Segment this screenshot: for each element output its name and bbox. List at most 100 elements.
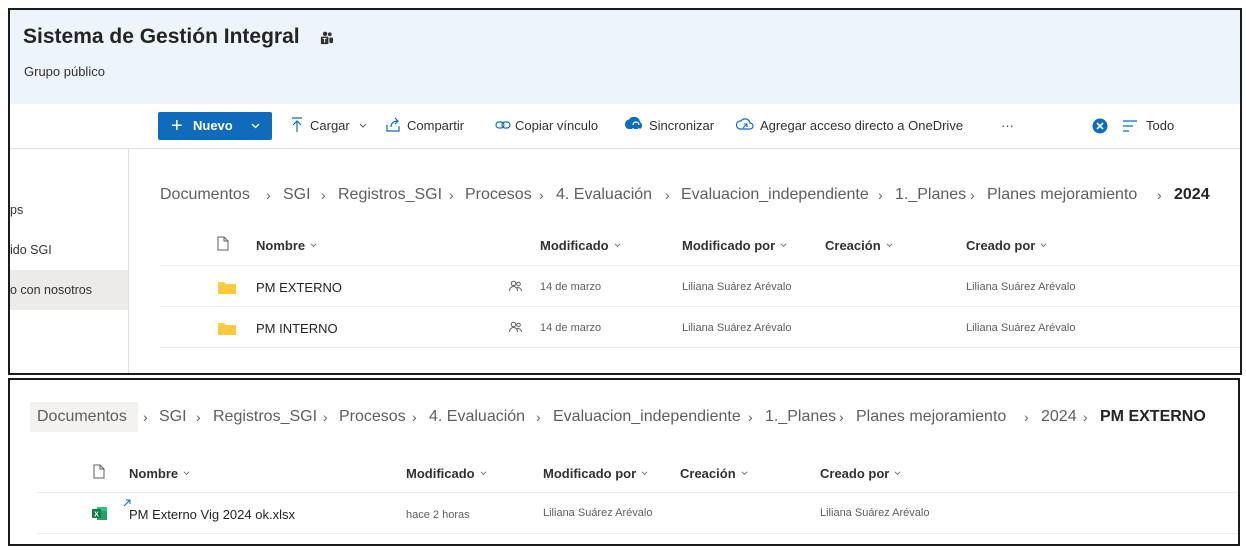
- chevron-down-icon: [310, 243, 317, 247]
- share-button[interactable]: Compartir: [385, 104, 485, 148]
- breadcrumb-item[interactable]: 2024: [1041, 408, 1077, 426]
- breadcrumb-separator-icon: ›: [143, 409, 148, 425]
- chevron-down-icon: [894, 471, 901, 475]
- column-header-name[interactable]: Nombre: [129, 466, 190, 481]
- sync-button[interactable]: Sincronizar: [624, 104, 724, 148]
- created-by[interactable]: Liliana Suárez Arévalo: [966, 322, 1075, 334]
- breadcrumb-item[interactable]: Planes mejoramiento: [987, 186, 1137, 204]
- column-header-name[interactable]: Nombre: [256, 238, 317, 253]
- nav-item-documentos[interactable]: ps: [10, 190, 128, 230]
- breadcrumb-separator-icon: ›: [323, 409, 328, 425]
- column-header-modified[interactable]: Modificado: [406, 466, 487, 481]
- link-icon: [495, 121, 511, 129]
- breadcrumb-separator-icon: ›: [1157, 187, 1162, 203]
- breadcrumb-separator-icon: ›: [536, 409, 541, 425]
- column-label: Modificado por: [543, 466, 637, 481]
- share-icon: [386, 117, 400, 132]
- breadcrumb-item[interactable]: Documentos: [160, 186, 250, 204]
- file-type-icon: [93, 464, 105, 479]
- breadcrumb-item[interactable]: 1._Planes: [895, 186, 966, 204]
- breadcrumb-item[interactable]: SGI: [283, 186, 311, 204]
- breadcrumb-item[interactable]: Documentos: [37, 408, 127, 426]
- breadcrumb-separator-icon: ›: [196, 409, 201, 425]
- breadcrumb-item[interactable]: Evaluacion_independiente: [681, 186, 869, 204]
- column-header-created[interactable]: Creación: [680, 466, 748, 481]
- add-shortcut-label: Agregar acceso directo a OneDrive: [760, 118, 964, 133]
- column-header-modified[interactable]: Modificado: [540, 238, 621, 253]
- site-title[interactable]: Sistema de Gestión Integral: [23, 25, 300, 49]
- nav-item-contenido-sgi[interactable]: ido SGI: [10, 230, 128, 270]
- view-selector-label[interactable]: Todo: [1146, 104, 1174, 148]
- breadcrumb-item[interactable]: 4. Evaluación: [556, 186, 652, 204]
- library-view-panel: Sistema de Gestión Integral T Grupo públ…: [8, 8, 1242, 375]
- upload-label: Cargar: [310, 118, 350, 133]
- share-label: Compartir: [407, 118, 465, 133]
- breadcrumb-separator-icon: ›: [748, 409, 753, 425]
- breadcrumb-separator-icon: ›: [1083, 409, 1088, 425]
- more-button[interactable]: ···: [1001, 104, 1021, 148]
- svg-text:X: X: [94, 512, 99, 519]
- new-button[interactable]: + Nuevo: [158, 112, 272, 140]
- modified-date: 14 de marzo: [540, 281, 602, 293]
- created-by[interactable]: Liliana Suárez Arévalo: [820, 507, 929, 519]
- clear-filter-icon[interactable]: [1092, 118, 1108, 134]
- column-header-created[interactable]: Creación: [825, 238, 893, 253]
- breadcrumb-separator-icon: ›: [1024, 409, 1029, 425]
- breadcrumb-current: PM EXTERNO: [1100, 408, 1206, 425]
- modified-by[interactable]: Liliana Suárez Arévalo: [682, 322, 791, 334]
- breadcrumb-current: 2024: [1174, 186, 1210, 203]
- column-header-modified-by[interactable]: Modificado por: [682, 238, 787, 253]
- modified-by[interactable]: Liliana Suárez Arévalo: [543, 507, 652, 519]
- copy-link-label: Copiar vínculo: [515, 118, 599, 133]
- sync-label: Sincronizar: [649, 118, 715, 133]
- breadcrumb-item[interactable]: Procesos: [465, 186, 532, 204]
- shared-people-icon: [509, 321, 522, 333]
- column-label: Creación: [825, 238, 881, 253]
- breadcrumb-item[interactable]: SGI: [159, 408, 187, 426]
- table-row[interactable]: PM EXTERNO 14 de marzo Liliana Suárez Ar…: [160, 266, 1240, 306]
- breadcrumb-item[interactable]: Procesos: [339, 408, 406, 426]
- nav-item-contacto[interactable]: o con nosotros: [10, 270, 128, 310]
- modified-by[interactable]: Liliana Suárez Arévalo: [682, 281, 791, 293]
- column-label: Modificado por: [682, 238, 776, 253]
- column-header-created-by[interactable]: Creado por: [820, 466, 901, 481]
- item-name[interactable]: PM INTERNO: [256, 321, 338, 336]
- column-label: Creado por: [966, 238, 1036, 253]
- column-header-modified-by[interactable]: Modificado por: [543, 466, 648, 481]
- breadcrumb-separator-icon: ›: [839, 409, 844, 425]
- created-by[interactable]: Liliana Suárez Arévalo: [966, 281, 1075, 293]
- chevron-down-icon: [886, 243, 893, 247]
- table-row[interactable]: PM INTERNO 14 de marzo Liliana Suárez Ar…: [160, 307, 1240, 347]
- column-label: Creado por: [820, 466, 890, 481]
- item-name[interactable]: PM Externo Vig 2024 ok.xlsx: [129, 507, 295, 522]
- nav-item-label: ps: [10, 203, 24, 217]
- nav-item-label: o con nosotros: [10, 283, 92, 297]
- add-shortcut-button[interactable]: Agregar acceso directo a OneDrive: [736, 104, 968, 148]
- chevron-down-icon: [251, 123, 260, 129]
- breadcrumb-item[interactable]: 4. Evaluación: [429, 408, 525, 426]
- chevron-down-icon: [1040, 243, 1047, 247]
- column-label: Nombre: [256, 238, 306, 253]
- list-header: Nombre Modificado Modificado por Creació…: [160, 236, 1240, 258]
- list-header: Nombre Modificado Modificado por Creació…: [37, 464, 1227, 486]
- command-bar: + Nuevo Cargar Compartir Copiar vínculo …: [128, 104, 1240, 149]
- chevron-down-icon: [780, 243, 787, 247]
- modified-date: 14 de marzo: [540, 322, 602, 334]
- teams-icon: T: [320, 31, 334, 45]
- column-header-created-by[interactable]: Creado por: [966, 238, 1047, 253]
- item-name[interactable]: PM EXTERNO: [256, 280, 342, 295]
- column-label: Nombre: [129, 466, 179, 481]
- breadcrumb-separator-icon: ›: [970, 187, 975, 203]
- onedrive-shortcut-icon: [736, 118, 754, 130]
- breadcrumb-item[interactable]: Evaluacion_independiente: [553, 408, 741, 426]
- chevron-down-icon: [183, 471, 190, 475]
- copy-link-button[interactable]: Copiar vínculo: [495, 104, 612, 148]
- folder-icon: [218, 323, 236, 335]
- breadcrumb-item[interactable]: Registros_SGI: [213, 408, 317, 426]
- upload-button[interactable]: Cargar: [290, 104, 374, 148]
- breadcrumb-item[interactable]: Planes mejoramiento: [856, 408, 1006, 426]
- breadcrumb-item[interactable]: 1._Planes: [765, 408, 836, 426]
- table-row[interactable]: X PM Externo Vig 2024 ok.xlsx hace 2 hor…: [37, 493, 1238, 533]
- breadcrumb-item[interactable]: Registros_SGI: [338, 186, 442, 204]
- view-options-icon: [1123, 120, 1137, 132]
